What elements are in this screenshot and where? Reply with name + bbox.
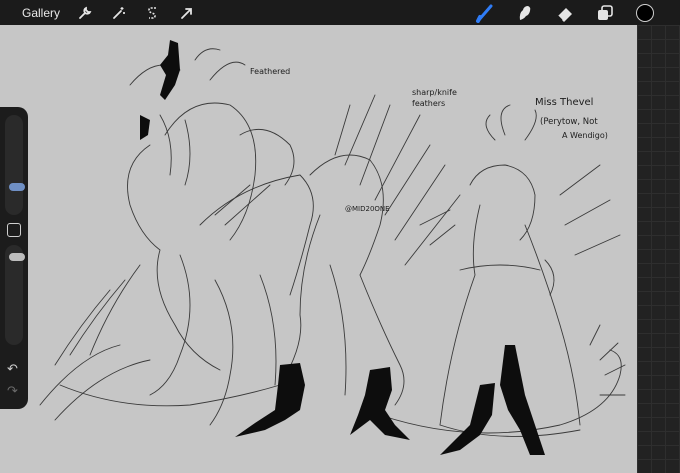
- note-title-line3: A Wendigo): [562, 131, 608, 140]
- right-tools: [458, 2, 658, 24]
- wrench-icon[interactable]: [74, 2, 96, 24]
- note-sharp-feathers: sharp/knife feathers: [412, 88, 457, 108]
- color-picker-button[interactable]: [632, 2, 658, 24]
- smudge-icon[interactable]: [512, 2, 538, 24]
- gallery-button[interactable]: Gallery: [22, 6, 60, 20]
- transform-arrow-icon[interactable]: [176, 2, 198, 24]
- selection-icon[interactable]: [142, 2, 164, 24]
- redo-icon[interactable]: ↷: [7, 384, 18, 397]
- canvas-edge-strip: [637, 25, 680, 473]
- opacity-slider[interactable]: [5, 245, 25, 345]
- note-title-line1: Miss Thevel: [535, 97, 594, 108]
- top-toolbar: Gallery: [0, 0, 680, 25]
- note-title-line2: (Perytow, Not: [540, 117, 598, 127]
- magic-wand-icon[interactable]: [108, 2, 130, 24]
- left-sidebar: ↶ ↷: [0, 107, 28, 409]
- layers-icon[interactable]: [592, 2, 618, 24]
- note-handle: @MID20ONE: [345, 205, 390, 213]
- brush-size-slider[interactable]: [5, 115, 25, 215]
- note-feathered: Feathered: [250, 67, 291, 76]
- modify-button[interactable]: [7, 223, 21, 237]
- current-color-swatch: [636, 4, 654, 22]
- undo-icon[interactable]: ↶: [7, 362, 18, 375]
- brush-size-thumb[interactable]: [9, 183, 25, 191]
- brush-icon[interactable]: [472, 2, 498, 24]
- eraser-icon[interactable]: [552, 2, 578, 24]
- opacity-thumb[interactable]: [9, 253, 25, 261]
- sketch-artwork: [39, 40, 626, 455]
- drawing-canvas[interactable]: Feathered sharp/knife feathers Miss Thev…: [0, 25, 637, 473]
